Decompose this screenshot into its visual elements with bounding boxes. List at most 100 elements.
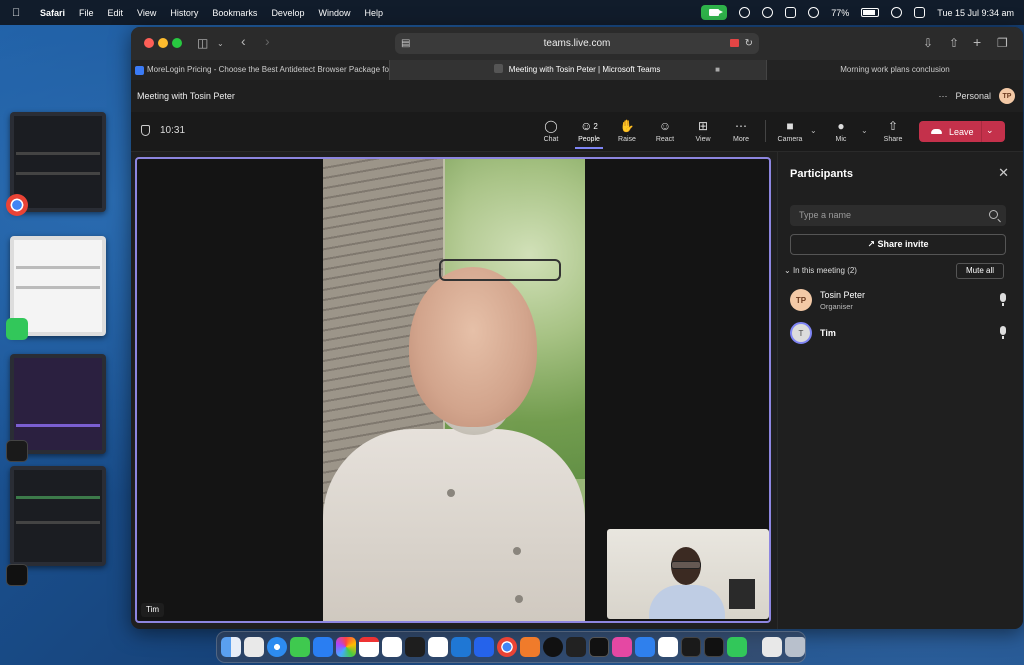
screen-mirror-icon[interactable] [891, 7, 903, 18]
postman-icon[interactable] [520, 637, 540, 657]
downloads-icon[interactable]: ⇩ [923, 36, 933, 50]
stage-window-dark-app[interactable] [10, 466, 106, 566]
trash-icon[interactable] [785, 637, 805, 657]
status-icon-1[interactable] [739, 7, 751, 18]
car-icon[interactable] [785, 7, 797, 18]
mail-icon[interactable] [313, 637, 333, 657]
more-options-icon[interactable]: ··· [938, 91, 947, 101]
tab-camera-icon[interactable]: ■ [715, 60, 720, 80]
menu-app-name[interactable]: Safari [40, 8, 65, 18]
active-tab-content[interactable]: Meeting with Tosin Peter | Microsoft Tea… [428, 60, 726, 80]
photos-icon[interactable] [336, 637, 356, 657]
launchpad-icon[interactable] [244, 637, 264, 657]
github-icon[interactable] [543, 637, 563, 657]
more-button[interactable]: ⋯ More [723, 118, 759, 143]
page-settings-icon[interactable]: ▤ [401, 33, 410, 54]
numbers-app-icon[interactable] [6, 318, 28, 340]
chevron-down-icon[interactable]: ⌄ [217, 39, 224, 48]
back-icon[interactable]: ‹ [241, 33, 246, 49]
finder-icon[interactable] [221, 637, 241, 657]
terminal-icon[interactable] [566, 637, 586, 657]
vscode-icon[interactable] [451, 637, 471, 657]
calendar-icon[interactable] [359, 637, 379, 657]
camera-button[interactable]: ■ Camera [772, 118, 808, 143]
box-app-icon[interactable] [589, 637, 609, 657]
menu-file[interactable]: File [79, 8, 94, 18]
menu-window[interactable]: Window [318, 8, 350, 18]
account-label[interactable]: Personal [955, 91, 991, 101]
zoom-window-button[interactable] [172, 38, 182, 48]
purple-app-icon[interactable] [6, 440, 28, 462]
account-avatar[interactable]: TP [999, 88, 1015, 104]
close-window-button[interactable] [144, 38, 154, 48]
user-status-icon[interactable] [762, 7, 774, 18]
mic-options-chevron-icon[interactable]: ⌄ [861, 126, 868, 135]
play-status-icon[interactable] [808, 7, 820, 18]
microphone-icon[interactable] [1000, 326, 1006, 339]
participant-search-input[interactable]: Type a name [790, 205, 1006, 226]
chat-button[interactable]: ◯ Chat [533, 118, 569, 143]
stage-window-purple-app[interactable] [10, 354, 106, 454]
apple-icon[interactable]:  [12, 7, 26, 19]
menu-develop[interactable]: Develop [271, 8, 304, 18]
mic-button[interactable]: ● Mic [823, 118, 859, 143]
minimize-window-button[interactable] [158, 38, 168, 48]
battery-icon[interactable] [861, 8, 880, 17]
shield-icon[interactable] [141, 125, 150, 136]
morelogin-icon[interactable] [635, 637, 655, 657]
camera-icon: ■ [786, 119, 794, 133]
new-tab-icon[interactable]: + [973, 34, 981, 50]
share-invite-button[interactable]: ↗ Share invite [790, 234, 1006, 255]
share-page-icon[interactable]: ⇧ [949, 36, 959, 50]
figma-icon[interactable] [405, 637, 425, 657]
documents-folder-icon[interactable] [762, 637, 782, 657]
people-button[interactable]: ☺ 2 People [571, 118, 607, 149]
react-button[interactable]: ☺ React [647, 118, 683, 143]
view-button[interactable]: ⊞ View [685, 118, 721, 143]
reload-icon[interactable]: ↻ [745, 33, 753, 54]
menu-edit[interactable]: Edit [108, 8, 124, 18]
chrome-canary-icon[interactable] [658, 637, 678, 657]
close-icon[interactable]: ✕ [998, 165, 1009, 181]
self-view-video[interactable] [607, 529, 769, 619]
facetime-indicator-icon[interactable] [701, 5, 728, 20]
purple-app-dock-icon[interactable] [681, 637, 701, 657]
numbers-dock-icon[interactable] [727, 637, 747, 657]
raise-hand-button[interactable]: ✋ Raise [609, 118, 645, 143]
xcode-icon[interactable] [474, 637, 494, 657]
slack-icon[interactable] [428, 637, 448, 657]
ring-app-dock-icon[interactable] [704, 637, 724, 657]
safari-icon[interactable] [267, 637, 287, 657]
microphone-icon[interactable] [1000, 293, 1006, 306]
forward-icon[interactable]: › [265, 33, 270, 49]
camera-options-chevron-icon[interactable]: ⌄ [810, 126, 817, 135]
notion-icon[interactable] [382, 637, 402, 657]
tab-overview-icon[interactable]: ❐ [997, 36, 1008, 50]
main-video-feed[interactable] [323, 159, 585, 621]
chrome-icon[interactable] [497, 637, 517, 657]
chrome-app-icon[interactable] [6, 194, 28, 216]
control-center-icon[interactable] [914, 7, 926, 18]
address-bar[interactable]: ▤ teams.live.com ↻ [395, 33, 759, 54]
menu-bookmarks[interactable]: Bookmarks [212, 8, 257, 18]
menu-help[interactable]: Help [364, 8, 383, 18]
ring-app-icon[interactable] [6, 564, 28, 586]
mute-all-button[interactable]: Mute all [956, 263, 1004, 279]
menu-view[interactable]: View [137, 8, 156, 18]
leave-options-chevron-icon[interactable]: ⌄ [986, 125, 994, 136]
tab-morelogin[interactable]: MoreLogin Pricing - Choose the Best Anti… [131, 60, 389, 80]
share-button[interactable]: ⇧ Share [875, 118, 911, 143]
tab-morning-plans[interactable]: Morning work plans conclusion [767, 60, 1023, 80]
video-stage[interactable]: Tim [135, 157, 771, 623]
messages-icon[interactable] [290, 637, 310, 657]
pink-app-icon[interactable] [612, 637, 632, 657]
sidebar-icon[interactable]: ◫ [197, 36, 208, 50]
menu-clock[interactable]: Tue 15 Jul 9:34 am [937, 8, 1014, 18]
participant-row[interactable]: TP Tosin Peter Organiser [790, 287, 1010, 315]
in-meeting-section-toggle[interactable]: ⌄ In this meeting (2) [784, 266, 857, 275]
recording-icon[interactable] [730, 39, 739, 47]
menu-history[interactable]: History [170, 8, 198, 18]
leave-button[interactable]: Leave ⌄ [919, 121, 1005, 142]
participant-row[interactable]: T Tim [790, 320, 1010, 348]
microphone-icon: ● [837, 119, 845, 133]
